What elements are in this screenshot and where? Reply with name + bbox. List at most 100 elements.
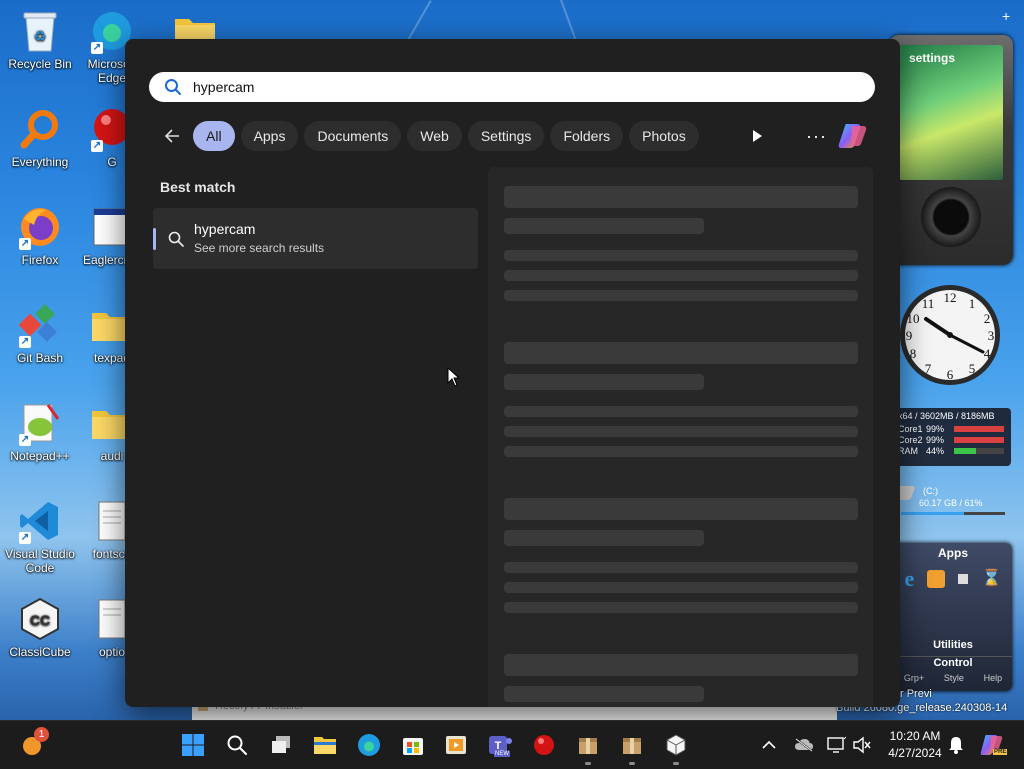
filter-all[interactable]: All: [193, 121, 235, 151]
best-match-result[interactable]: hypercam See more search results: [153, 208, 478, 269]
store-taskbar-button[interactable]: [397, 729, 429, 761]
meter-row-bar: [954, 447, 976, 454]
meter-row-bar: [954, 436, 1004, 443]
meter-row-track: [954, 447, 1004, 454]
search-icon: [227, 735, 247, 755]
shortcut-arrow-icon: ↗: [91, 140, 103, 152]
skeleton-block: [504, 218, 704, 234]
media-player-icon: [446, 736, 466, 754]
ie-icon[interactable]: e: [905, 566, 915, 592]
apps-gadget-title: Apps: [938, 546, 968, 560]
svg-text:4: 4: [984, 346, 991, 361]
help-link[interactable]: Help: [984, 673, 1003, 683]
installer-taskbar-button-1[interactable]: [572, 729, 604, 765]
apps-gadget-icons: e ⌛: [894, 560, 1012, 592]
meter-row-value: 44%: [926, 445, 945, 456]
red-ball-taskbar-button[interactable]: [528, 729, 560, 761]
task-view-icon: [272, 736, 290, 753]
back-button[interactable]: [155, 120, 191, 152]
filter-settings[interactable]: Settings: [467, 121, 545, 151]
copilot-button[interactable]: [837, 120, 869, 152]
skeleton-block: [504, 270, 858, 281]
taskbar-date: 4/27/2024: [888, 746, 942, 760]
grp-link[interactable]: Grp+: [904, 673, 924, 683]
task-view-button[interactable]: [265, 729, 297, 761]
running-indicator: [585, 762, 591, 765]
installer-taskbar-button-2[interactable]: [616, 729, 648, 765]
skeleton-block: [504, 426, 858, 437]
weather-widget-button[interactable]: 1: [16, 727, 49, 761]
vscode-icon: ↗: [17, 498, 63, 544]
desktop-icon-git-bash[interactable]: ↗ Git Bash: [0, 302, 80, 365]
meter-rows: Core1 99% Core2 99% RAM 44%: [893, 423, 1011, 456]
package-icon: [623, 738, 641, 754]
shortcut-arrow-icon: ↗: [19, 336, 31, 348]
more-options-button[interactable]: ···: [806, 120, 827, 152]
windows-logo-icon: [182, 734, 204, 756]
search-box[interactable]: [149, 72, 875, 102]
media-player-icon[interactable]: [927, 570, 946, 588]
cpu-meter-gadget: x64 / 3602MB / 8186MB Core1 99% Core2 99% RA…: [893, 408, 1011, 466]
onedrive-tray-button[interactable]: [794, 721, 814, 769]
classicube-taskbar-button[interactable]: [660, 729, 692, 765]
utilities-link[interactable]: Utilities: [894, 639, 1012, 651]
search-icon: [165, 79, 181, 95]
skeleton-block: [504, 342, 858, 364]
search-flyout: All Apps Documents Web Settings Folders …: [125, 39, 900, 707]
desktop-icon-notepad-plus-plus[interactable]: ↗ Notepad++: [0, 400, 80, 463]
drive-usage-bar: [901, 512, 965, 515]
filter-documents[interactable]: Documents: [304, 121, 402, 151]
settings-gadget[interactable]: settings: [889, 35, 1013, 265]
small-window-icon[interactable]: [958, 574, 969, 584]
search-taskbar-button[interactable]: [221, 729, 253, 761]
filter-apps[interactable]: Apps: [240, 121, 299, 151]
shortcut-arrow-icon: ↗: [91, 42, 103, 54]
desktop-icon-recycle-bin[interactable]: ♻ Recycle Bin: [0, 8, 80, 71]
svg-text:8: 8: [910, 346, 917, 361]
chevron-up-icon: [762, 740, 776, 749]
hourglass-icon[interactable]: ⌛: [982, 568, 1002, 592]
settings-gadget-screen: [899, 45, 1003, 180]
network-tray-button[interactable]: [827, 721, 847, 769]
best-match-heading: Best match: [160, 179, 236, 195]
filter-folders[interactable]: Folders: [550, 121, 624, 151]
desktop-icon-label: Visual Studio Code: [5, 547, 75, 575]
desktop-icon-classicube[interactable]: CC ClassiCube: [0, 596, 80, 659]
folder-icon: [314, 737, 336, 754]
filter-photos[interactable]: Photos: [629, 121, 699, 151]
apps-gadget[interactable]: Apps e ⌛ Utilities Control Grp+ Style He…: [894, 543, 1012, 691]
desktop-icon-firefox[interactable]: ↗ Firefox: [0, 204, 80, 267]
start-button[interactable]: [177, 729, 209, 761]
gadget-add-icon[interactable]: +: [1002, 8, 1010, 24]
meter-row-value: 99%: [926, 434, 945, 445]
teams-taskbar-button[interactable]: T NEW: [484, 729, 516, 761]
svg-text:CC: CC: [30, 612, 50, 628]
shortcut-arrow-icon: ↗: [19, 238, 31, 250]
show-hidden-icons-button[interactable]: [762, 721, 776, 769]
bell-icon: [949, 737, 963, 754]
control-link[interactable]: Control: [894, 656, 1012, 669]
skeleton-block: [504, 406, 858, 417]
skeleton-block: [504, 530, 704, 546]
running-indicator: [629, 762, 635, 765]
search-input[interactable]: [191, 78, 835, 96]
store-icon: [403, 738, 423, 755]
apps-gadget-footer: Grp+ Style Help: [894, 673, 1012, 683]
cloud-off-icon: [795, 738, 813, 752]
notifications-button[interactable]: [948, 721, 964, 769]
media-player-taskbar-button[interactable]: [440, 729, 472, 761]
file-explorer-button[interactable]: [309, 729, 341, 761]
skeleton-block: [504, 602, 858, 613]
ellipsis-icon: ···: [806, 125, 827, 146]
taskbar-clock[interactable]: 10:20 AM 4/27/2024: [880, 728, 950, 762]
more-filters-button[interactable]: [751, 120, 763, 152]
filter-web[interactable]: Web: [407, 121, 462, 151]
notification-badge: 1: [34, 727, 49, 742]
edge-taskbar-button[interactable]: [353, 729, 385, 761]
desktop-icon-everything[interactable]: Everything: [0, 106, 80, 169]
taskbar: 1 T NEW 10:20 AM 4/27/2024 PRE: [0, 720, 1024, 769]
volume-tray-button[interactable]: [852, 721, 872, 769]
desktop-icon-vscode[interactable]: ↗ Visual Studio Code: [0, 498, 80, 575]
style-link[interactable]: Style: [944, 673, 964, 683]
copilot-taskbar-button[interactable]: PRE: [979, 721, 1008, 769]
